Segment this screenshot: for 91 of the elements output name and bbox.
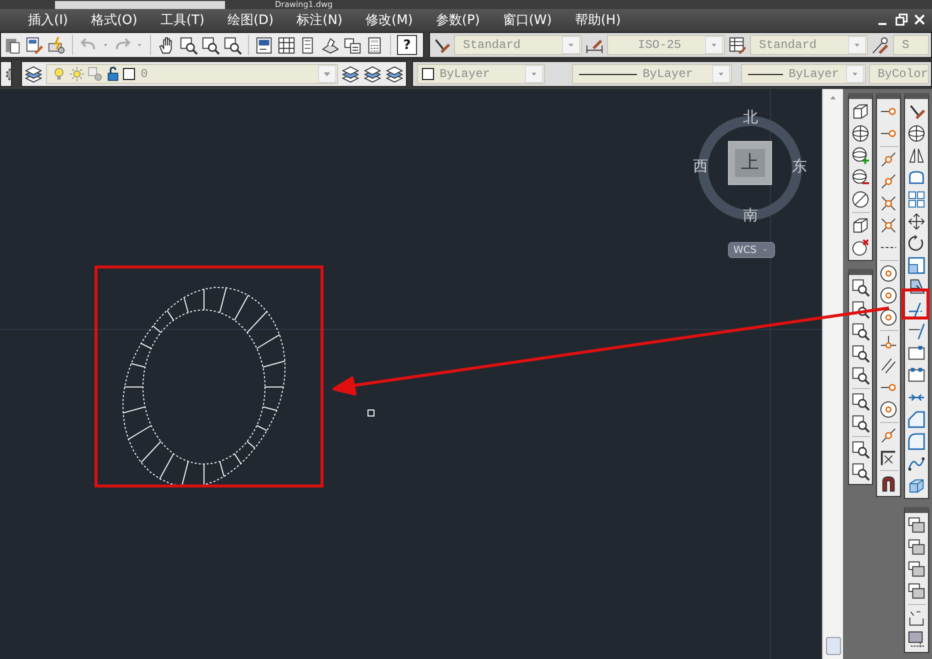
zoom-icon[interactable] (223, 36, 242, 54)
compass-direction[interactable]: 南 (743, 207, 758, 223)
menu-item[interactable]: 绘图(D) (219, 11, 284, 29)
move-icon[interactable] (907, 212, 926, 231)
snap-icon[interactable] (879, 150, 898, 169)
bevel-icon[interactable] (907, 410, 926, 429)
circle-icon[interactable] (879, 400, 898, 419)
dropdown[interactable]: ByLayer (740, 64, 866, 84)
zoom-icon[interactable] (179, 36, 198, 54)
zoom-icon[interactable] (851, 440, 870, 459)
cross-icon[interactable] (879, 194, 898, 213)
overlap-icon[interactable] (907, 560, 926, 579)
menu-item[interactable]: 标注(N) (288, 11, 352, 29)
layers-icon[interactable] (24, 64, 43, 84)
menu-item[interactable]: 参数(P) (428, 11, 490, 29)
compass-direction[interactable]: 北 (743, 109, 758, 125)
parallel-icon[interactable] (879, 356, 898, 375)
scrollbar-thumb[interactable] (826, 637, 841, 655)
sphere-icon[interactable] (851, 124, 870, 143)
dropdown[interactable]: ByColor (868, 64, 929, 84)
menu-item[interactable]: 工具(T) (152, 11, 214, 29)
compass-direction[interactable]: 西 (693, 158, 708, 174)
view-cube-face[interactable]: 上 (728, 141, 772, 185)
rotate-icon[interactable] (907, 234, 926, 253)
menu-item[interactable]: 插入(I) (20, 11, 78, 29)
circle-icon[interactable] (879, 286, 898, 305)
fillet-icon[interactable] (907, 432, 926, 451)
zoom-icon[interactable] (851, 414, 870, 433)
sun-icon (68, 66, 85, 82)
layers-icon[interactable] (340, 64, 360, 84)
offset-icon[interactable] (907, 168, 926, 187)
coordinate-system-button[interactable]: WCS (728, 242, 775, 258)
drawing-canvas[interactable]: 北 西 上 东 南 WCS (0, 89, 822, 659)
sphere-icon[interactable] (907, 124, 926, 143)
hatch-edit-icon[interactable] (907, 630, 926, 649)
circle-icon[interactable] (879, 308, 898, 327)
restore-icon[interactable] (894, 12, 910, 28)
menu-item[interactable]: 格式(O) (82, 11, 148, 29)
highlight-frame (902, 288, 930, 320)
cross-icon[interactable] (879, 216, 898, 235)
snap-icon[interactable] (879, 172, 898, 191)
dropdown[interactable]: Standard (750, 35, 868, 55)
dropdown[interactable]: 0 (46, 64, 338, 84)
circle-icon[interactable] (879, 264, 898, 283)
dropdown[interactable]: ISO-25 (607, 35, 725, 55)
menu-item[interactable]: 窗口(W) (494, 11, 562, 29)
leader-icon[interactable] (871, 36, 890, 54)
zoom-icon[interactable] (851, 344, 870, 363)
window-icon[interactable] (255, 36, 274, 54)
window-title: Drawing1.dwg (275, 0, 333, 9)
vertical-scrollbar[interactable] (822, 89, 843, 659)
search-field[interactable] (55, 1, 225, 9)
color-swatch (122, 68, 135, 80)
compass-direction[interactable]: 东 (792, 158, 807, 174)
menu-item[interactable]: 修改(M) (358, 11, 423, 29)
zoom-icon[interactable] (851, 322, 870, 341)
cursor-pickbox (368, 410, 374, 416)
layers-icon[interactable] (362, 64, 382, 84)
box-x-icon[interactable] (851, 238, 870, 257)
extend-icon[interactable] (907, 322, 926, 341)
table-icon[interactable] (728, 36, 747, 54)
cube-icon[interactable] (851, 216, 870, 235)
lightning-icon[interactable] (47, 36, 66, 54)
menu-item[interactable]: 帮助(H) (566, 11, 631, 29)
page-brush-icon[interactable] (25, 36, 44, 54)
array-icon[interactable] (907, 190, 926, 209)
snap-icon[interactable] (879, 426, 898, 445)
sphere-plus-icon[interactable] (851, 146, 870, 165)
eraser-icon[interactable] (879, 448, 898, 467)
dropdown[interactable]: ByLayer (572, 64, 732, 84)
zoom-icon[interactable] (851, 392, 870, 411)
sphere-slash-icon[interactable] (851, 190, 870, 209)
dropdown[interactable]: Standard (454, 35, 582, 55)
zoom-icon[interactable] (201, 36, 220, 54)
sheets-icon[interactable] (343, 36, 362, 54)
layers-icon[interactable] (384, 64, 404, 84)
dropdown[interactable]: ByLayer (416, 64, 545, 84)
scale-icon[interactable] (907, 256, 926, 275)
overlap-icon[interactable] (907, 516, 926, 535)
zoom-icon[interactable] (851, 462, 870, 481)
sphere-minus-icon[interactable] (851, 168, 870, 187)
overlap-icon[interactable] (907, 582, 926, 601)
dropdown[interactable]: S (893, 35, 929, 55)
color-swatch (422, 68, 434, 80)
mirror-icon[interactable] (907, 146, 926, 165)
cube-icon[interactable] (851, 102, 870, 121)
zoom-icon[interactable] (851, 278, 870, 297)
help-button[interactable]: ? (397, 35, 417, 55)
zoom-icon[interactable] (851, 366, 870, 385)
grid-icon[interactable] (277, 36, 296, 54)
overlap-icon[interactable] (907, 538, 926, 557)
